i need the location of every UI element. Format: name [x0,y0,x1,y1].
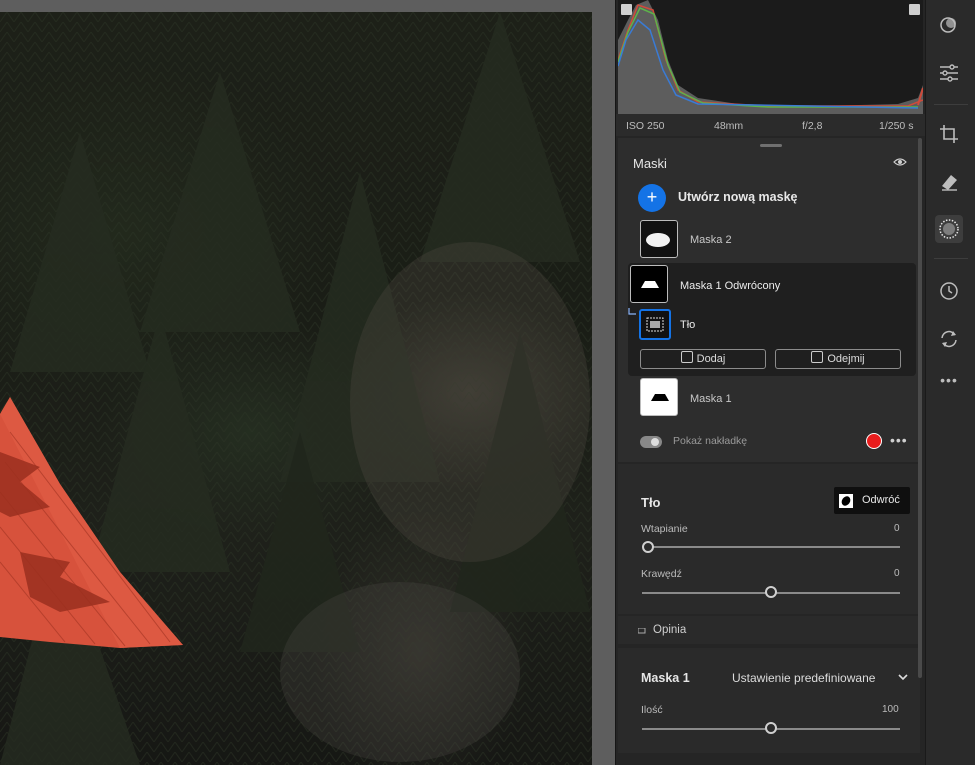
masks-panel: Maski + Utwórz nową maskę Maska 2 Maska … [618,138,920,462]
add-label: Dodaj [696,353,726,365]
edit-icon[interactable] [935,11,963,39]
mask-component-tlo[interactable]: Tło [628,307,916,341]
versions-icon[interactable] [935,325,963,353]
exif-aperture: f/2,8 [802,120,823,132]
exif-focal-length: 48mm [714,120,744,132]
tool-strip: ••• [925,0,975,765]
subtract-button[interactable]: Odejmij [775,349,901,369]
toggle-knob [651,438,659,446]
histogram-graph [618,0,923,114]
preset-dropdown[interactable]: Ustawienie predefiniowane [732,669,908,687]
mask-label: Maska 2 [690,234,732,246]
invert-button[interactable]: Odwróć [834,487,910,514]
subtract-label: Odejmij [827,353,865,365]
chevron-down-icon [898,674,908,681]
crop-icon[interactable] [935,120,963,148]
mask-1-settings-section: Maska 1 Ustawienie predefiniowane Ilość … [618,648,920,753]
histogram [618,0,923,114]
mask-thumbnail [640,378,678,416]
exif-iso: ISO 250 [626,120,665,132]
invert-icon [839,494,853,508]
mask-label: Maska 1 [690,393,732,405]
add-icon [680,351,693,363]
plus-icon: + [638,184,666,212]
preset-label: Ustawienie predefiniowane [732,671,876,685]
feather-slider-knob[interactable] [642,541,654,553]
background-settings-section: Tło Odwróć Wtapianie 0 Krawędź 0 [618,464,920,614]
feedback-row[interactable]: Opinia [618,616,920,644]
sliders-icon[interactable] [935,59,963,87]
exif-shutter: 1/250 s [879,120,914,132]
edge-label: Krawędź [641,568,682,580]
mask-thumbnail [630,265,668,303]
edge-slider-knob[interactable] [765,586,777,598]
overlay-label: Pokaż nakładkę [673,435,748,447]
photo-content [0,12,592,765]
add-button[interactable]: Dodaj [640,349,766,369]
exif-bar: ISO 250 48mm f/2,8 1/250 s [616,114,925,136]
create-mask-button[interactable]: + Utwórz nową maskę [638,184,878,212]
more-icon[interactable]: ••• [935,366,963,394]
eye-icon[interactable] [893,157,907,167]
more-options-icon[interactable]: ••• [890,432,908,448]
create-mask-label: Utwórz nową maskę [678,190,798,204]
eraser-icon[interactable] [935,168,963,196]
history-icon[interactable] [935,277,963,305]
shadow-clipping-toggle[interactable] [621,4,632,15]
feather-value: 0 [894,523,900,534]
feedback-label: Opinia [653,624,687,636]
mask-item-maska-2[interactable]: Maska 2 [638,220,908,260]
subtract-icon [811,351,824,363]
highlight-clipping-toggle[interactable] [909,4,920,15]
section-title: Tło [641,495,661,510]
masking-icon[interactable] [935,215,963,243]
canvas-area [0,0,615,765]
toolbar-divider [934,104,968,105]
panel-scrollbar[interactable] [918,138,922,678]
amount-label: Ilość [641,704,663,716]
amount-value: 100 [882,704,899,715]
toolbar-divider [934,258,968,259]
component-label: Tło [680,319,696,331]
mask-thumbnail [640,220,678,258]
mask-thumbnail [639,309,671,340]
feather-label: Wtapianie [641,523,688,535]
panel-resize-handle[interactable] [760,144,782,147]
edge-value: 0 [894,568,900,579]
mask-item-maska-1-odwrocony[interactable]: Maska 1 Odwrócony [628,263,916,305]
overlay-color-swatch[interactable] [866,433,882,449]
mask-group-maska-1-inverted: Maska 1 Odwrócony Tło Dodaj Odejmij [628,263,916,376]
section-title: Maska 1 [641,671,690,685]
invert-label: Odwróć [862,494,900,506]
amount-slider-knob[interactable] [765,722,777,734]
mask-label: Maska 1 Odwrócony [680,280,781,292]
photo-preview[interactable] [0,12,592,765]
overlay-toggle[interactable] [640,436,662,448]
masks-title: Maski [633,156,667,171]
feather-slider-track[interactable] [648,546,900,548]
edit-panel: ISO 250 48mm f/2,8 1/250 s Maski + Utwór… [615,0,925,765]
mask-item-maska-1[interactable]: Maska 1 [638,378,908,418]
comment-icon [638,628,646,634]
